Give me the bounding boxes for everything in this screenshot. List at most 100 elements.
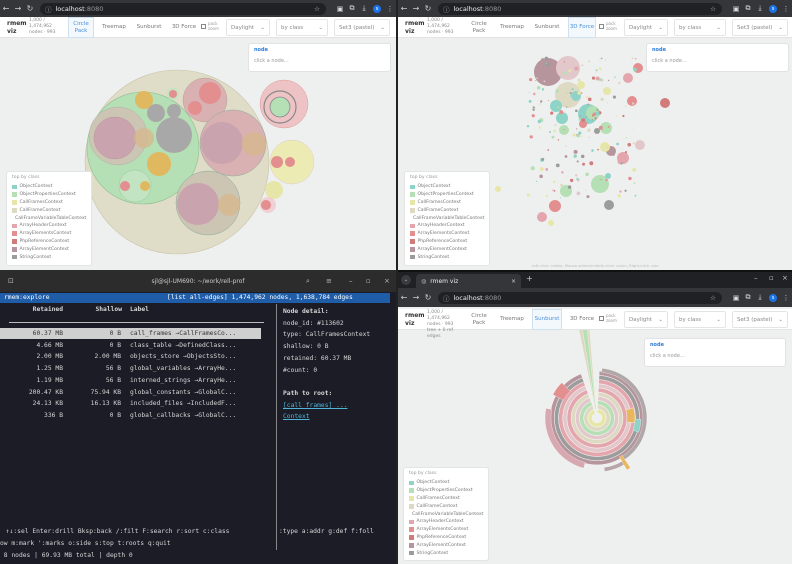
force-node[interactable] xyxy=(578,131,582,135)
force-node[interactable] xyxy=(604,59,607,61)
force-node[interactable] xyxy=(585,189,587,191)
force-node[interactable] xyxy=(573,154,577,158)
table-row[interactable]: 2.00 MB 2.00 MB objects_store →ObjectsSto.… xyxy=(0,351,261,362)
force-node[interactable] xyxy=(575,174,578,177)
new-tab-icon[interactable]: + xyxy=(526,274,533,283)
forward-icon[interactable]: → xyxy=(410,293,422,302)
force-node[interactable] xyxy=(622,114,625,118)
extensions-icon[interactable]: ⧉ xyxy=(742,293,754,302)
force-node[interactable] xyxy=(563,61,565,63)
force-node[interactable] xyxy=(594,117,597,120)
menu-icon[interactable]: ⋮ xyxy=(780,294,792,302)
force-node[interactable] xyxy=(568,69,572,72)
tab-treemap[interactable]: Treemap xyxy=(498,309,526,330)
force-node[interactable] xyxy=(545,63,550,68)
address-bar[interactable]: ⓘ localhost:8080 ☆ xyxy=(40,2,326,15)
force-node[interactable] xyxy=(599,58,601,60)
force-node[interactable] xyxy=(526,193,530,197)
force-node[interactable] xyxy=(559,197,561,199)
legend-item[interactable]: ArrayElementsContext xyxy=(12,230,86,238)
force-node[interactable] xyxy=(589,161,594,166)
force-node[interactable] xyxy=(556,191,558,193)
browser-tab[interactable]: ◍ rmem viz × xyxy=(416,274,521,288)
force-node[interactable] xyxy=(531,114,535,118)
theme-select[interactable]: Daylight ⌄ xyxy=(226,19,270,36)
force-node[interactable] xyxy=(591,76,596,80)
force-node[interactable] xyxy=(553,129,557,133)
legend-item[interactable]: ArrayElementsContext xyxy=(410,230,484,238)
force-node[interactable] xyxy=(555,89,559,93)
force-node[interactable] xyxy=(539,103,542,105)
profile-avatar[interactable]: s xyxy=(373,4,381,13)
legend-item[interactable]: CallFrameVariableTableContext xyxy=(409,510,483,518)
force-node[interactable] xyxy=(585,96,589,99)
tab-sunburst[interactable]: Sunburst xyxy=(532,17,562,38)
force-node[interactable] xyxy=(551,135,555,139)
force-node[interactable] xyxy=(635,58,637,60)
col-label[interactable]: Label xyxy=(130,306,149,313)
force-node[interactable] xyxy=(605,173,611,179)
table-row[interactable]: 336 B 0 B global_callbacks →GlobalC... xyxy=(0,410,261,421)
force-node[interactable] xyxy=(559,110,564,115)
force-node[interactable] xyxy=(600,142,610,152)
force-node[interactable] xyxy=(543,80,546,83)
force-node[interactable] xyxy=(587,103,589,106)
force-node[interactable] xyxy=(569,178,574,183)
force-node[interactable] xyxy=(574,109,578,113)
force-node[interactable] xyxy=(615,115,617,117)
force-node[interactable] xyxy=(535,79,537,82)
site-info-icon[interactable]: ⓘ xyxy=(443,293,450,303)
force-node[interactable] xyxy=(555,123,557,126)
force-node[interactable] xyxy=(541,157,545,161)
force-node[interactable] xyxy=(632,129,635,131)
force-node[interactable] xyxy=(555,163,560,168)
force-node[interactable] xyxy=(529,77,533,82)
force-node[interactable] xyxy=(599,67,602,71)
table-row[interactable]: 24.13 KB 16.13 KB included_files →Included… xyxy=(0,398,261,409)
force-node[interactable] xyxy=(574,66,579,71)
force-node[interactable] xyxy=(566,106,568,108)
tab-circle-pack[interactable]: Circle Pack xyxy=(466,17,492,38)
force-node[interactable] xyxy=(549,200,561,212)
force-node[interactable] xyxy=(595,68,598,72)
reload-icon[interactable]: ↻ xyxy=(422,4,434,13)
force-node[interactable] xyxy=(569,91,572,94)
download-icon[interactable]: ⤓ xyxy=(358,4,370,13)
force-node[interactable] xyxy=(600,57,603,60)
force-node[interactable] xyxy=(566,92,569,94)
force-node[interactable] xyxy=(571,97,573,99)
force-node[interactable] xyxy=(604,200,614,210)
force-node[interactable] xyxy=(576,134,578,136)
tab-circle-pack[interactable]: Circle Pack xyxy=(68,17,94,38)
theme-select[interactable]: Daylight ⌄ xyxy=(624,19,668,36)
force-node[interactable] xyxy=(599,179,602,182)
color-by-select[interactable]: by class ⌄ xyxy=(276,19,328,36)
color-by-select[interactable]: by class ⌄ xyxy=(674,311,726,328)
table-row[interactable]: 200.47 KB 75.94 KB global_constants →Globa… xyxy=(0,387,261,398)
back-icon[interactable]: ← xyxy=(398,293,410,302)
sunburst-segment[interactable] xyxy=(587,408,607,428)
legend-item[interactable]: ObjectPropertiesContext xyxy=(409,487,483,495)
close-icon[interactable]: × xyxy=(782,274,788,282)
force-node[interactable] xyxy=(580,154,585,159)
checkbox-icon[interactable] xyxy=(599,315,604,321)
minimize-icon[interactable]: – xyxy=(349,277,353,285)
force-node[interactable] xyxy=(564,155,568,158)
force-node[interactable] xyxy=(619,190,622,193)
force-node[interactable] xyxy=(631,57,634,60)
force-node[interactable] xyxy=(614,76,616,78)
force-node[interactable] xyxy=(616,142,619,146)
table-row[interactable]: 60.37 MB 0 B call_frames →CallFramesCo... xyxy=(0,328,261,339)
tab-circle-pack[interactable]: Circle Pack xyxy=(466,309,492,330)
pack-zoom-checkbox[interactable]: pack zoom xyxy=(201,21,220,31)
force-node[interactable] xyxy=(532,108,535,111)
force-node[interactable] xyxy=(539,100,543,103)
force-node[interactable] xyxy=(624,151,628,154)
palette-select[interactable]: Set3 (pastel) ⌄ xyxy=(334,19,390,36)
force-node[interactable] xyxy=(577,81,585,89)
theme-select[interactable]: Daylight ⌄ xyxy=(624,311,668,328)
force-node[interactable] xyxy=(617,194,621,198)
force-node[interactable] xyxy=(633,182,636,184)
force-node[interactable] xyxy=(532,106,535,109)
legend-item[interactable]: ObjectPropertiesContext xyxy=(12,191,86,199)
